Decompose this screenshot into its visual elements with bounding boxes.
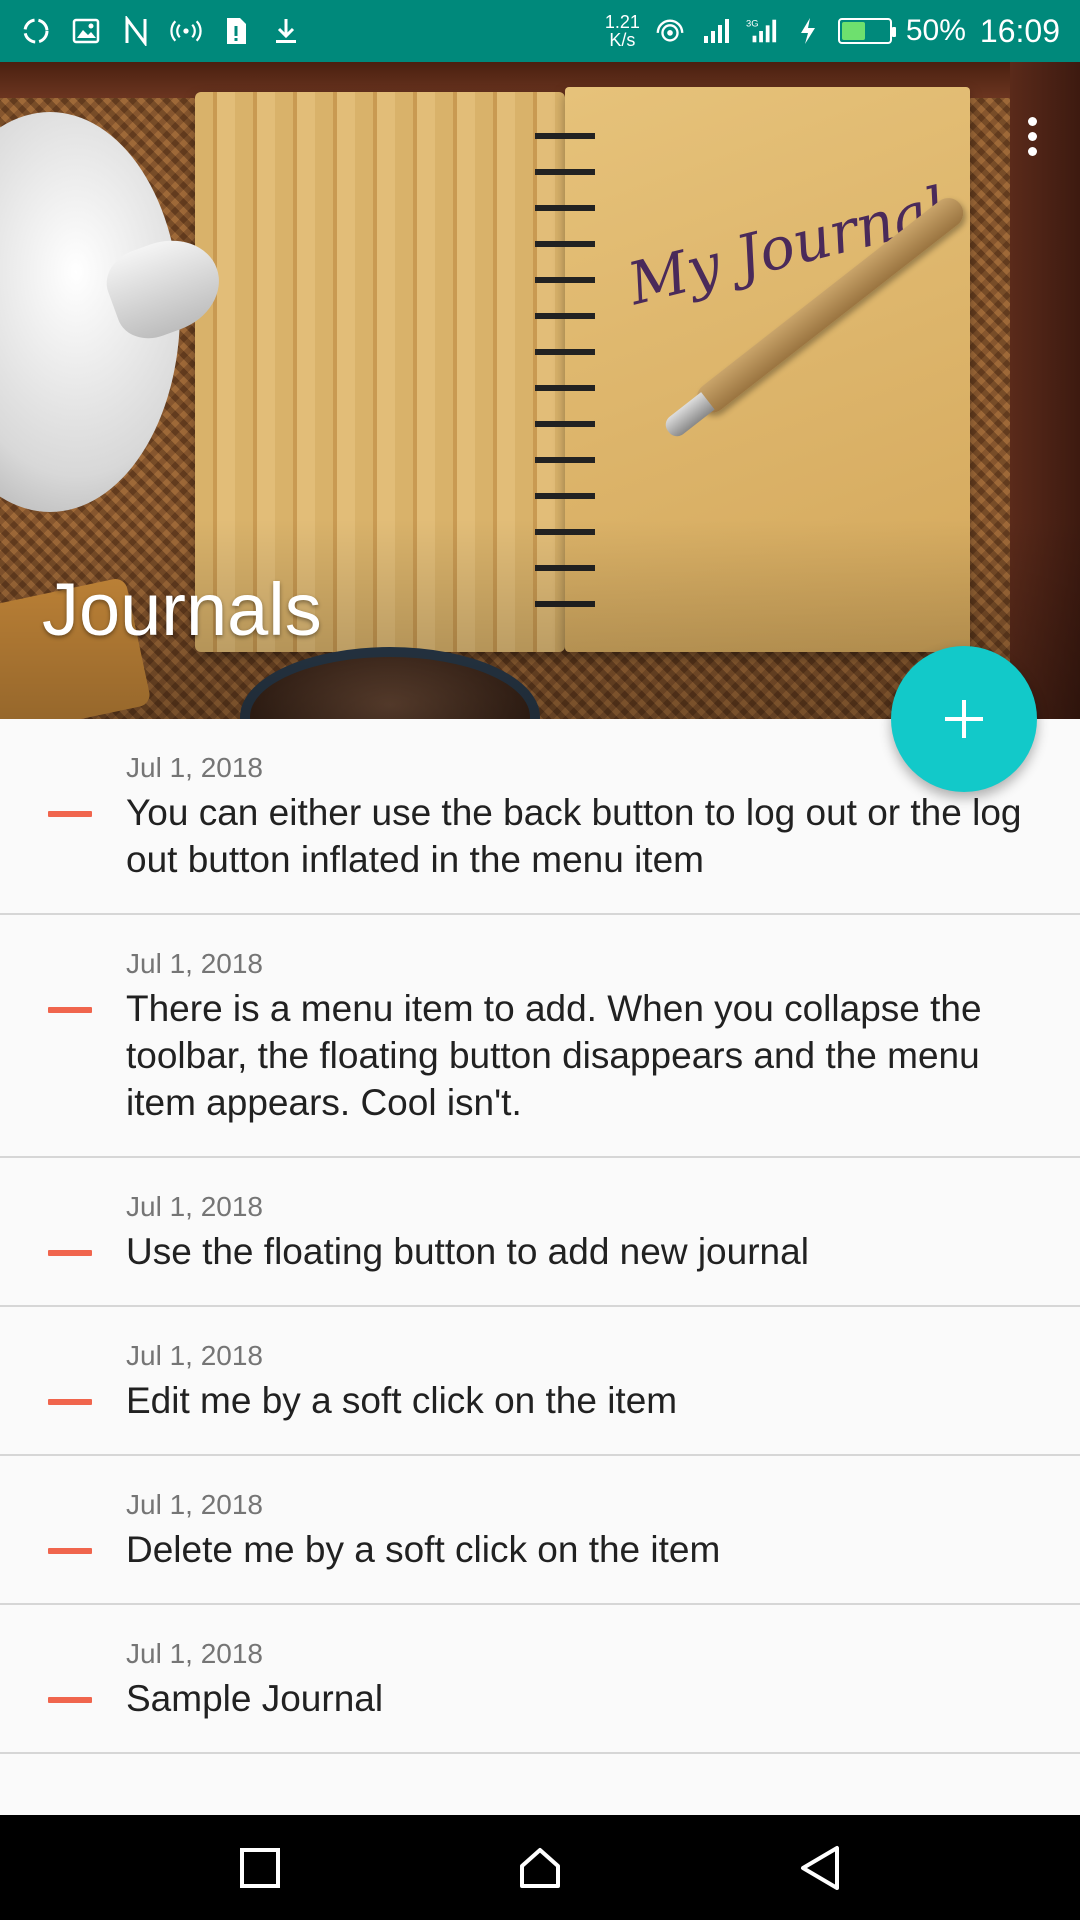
journal-list-item[interactable]: Jul 1, 2018 There is a menu item to add. …	[0, 915, 1080, 1158]
journal-list-item[interactable]: Jul 1, 2018 Edit me by a soft click on th…	[0, 1307, 1080, 1456]
status-bar: 1.21 K/s 3G 50% 16:09	[0, 0, 1080, 62]
battery-icon	[837, 18, 896, 44]
svg-text:3G: 3G	[746, 17, 759, 28]
signal-3g-icon: 3G	[746, 15, 778, 47]
network-speed-unit: K/s	[609, 30, 636, 50]
plus-icon	[945, 700, 983, 738]
wifi-icon	[654, 15, 686, 47]
home-button[interactable]	[510, 1838, 570, 1898]
n-icon	[120, 15, 152, 47]
journal-item-marker	[48, 1250, 92, 1256]
journal-list-item[interactable]: Jul 1, 2018 Delete me by a soft click on …	[0, 1456, 1080, 1605]
journal-date: Jul 1, 2018	[126, 1489, 263, 1520]
clock: 16:09	[979, 12, 1060, 49]
add-journal-button[interactable]	[891, 646, 1037, 792]
journal-list: Jul 1, 2018 You can either use the back b…	[0, 719, 1080, 1754]
battery-percent: 50%	[905, 14, 966, 47]
journal-date: Jul 1, 2018	[126, 1340, 263, 1371]
hotspot-icon	[170, 15, 202, 47]
network-speed: 1.21 K/s	[605, 13, 640, 49]
menu-dot	[1027, 116, 1037, 126]
back-icon	[801, 1845, 839, 1890]
sim-alert-icon	[220, 15, 252, 47]
journal-date: Jul 1, 2018	[126, 1191, 263, 1222]
navigation-bar	[0, 1815, 1080, 1920]
journal-text: Use the floating button to add new journ…	[126, 1231, 809, 1272]
network-speed-value: 1.21	[604, 12, 640, 32]
journal-item-marker	[48, 1697, 92, 1703]
battery-level-fill	[841, 22, 865, 40]
menu-dot	[1027, 131, 1037, 141]
journal-text: You can either use the back button to lo…	[126, 792, 1022, 880]
journal-item-marker	[48, 1007, 92, 1013]
image-icon	[70, 15, 102, 47]
page-title: Journals	[42, 568, 322, 651]
charging-icon	[792, 15, 824, 47]
journal-item-marker	[48, 1548, 92, 1554]
sync-icon	[20, 15, 52, 47]
recents-icon	[240, 1847, 280, 1888]
header-image: My Journal Journals	[0, 62, 1080, 719]
journal-date: Jul 1, 2018	[126, 1638, 263, 1669]
menu-dot	[1027, 146, 1037, 156]
download-icon	[270, 15, 302, 47]
signal-icon	[700, 15, 732, 47]
recents-button[interactable]	[230, 1838, 290, 1898]
journal-text: Sample Journal	[126, 1678, 384, 1719]
journal-list-item[interactable]: Jul 1, 2018 Use the floating button to ad…	[0, 1158, 1080, 1307]
journal-text: Delete me by a soft click on the item	[126, 1529, 721, 1570]
journal-text: There is a menu item to add. When you co…	[126, 988, 982, 1123]
journal-text: Edit me by a soft click on the item	[126, 1380, 678, 1421]
journal-date: Jul 1, 2018	[126, 948, 263, 979]
home-icon	[520, 1847, 560, 1888]
journal-list-item[interactable]: Jul 1, 2018 Sample Journal	[0, 1605, 1080, 1754]
journal-item-marker	[48, 1399, 92, 1405]
more-vert-icon[interactable]	[1012, 106, 1052, 166]
back-button[interactable]	[790, 1838, 850, 1898]
journal-item-marker	[48, 811, 92, 817]
